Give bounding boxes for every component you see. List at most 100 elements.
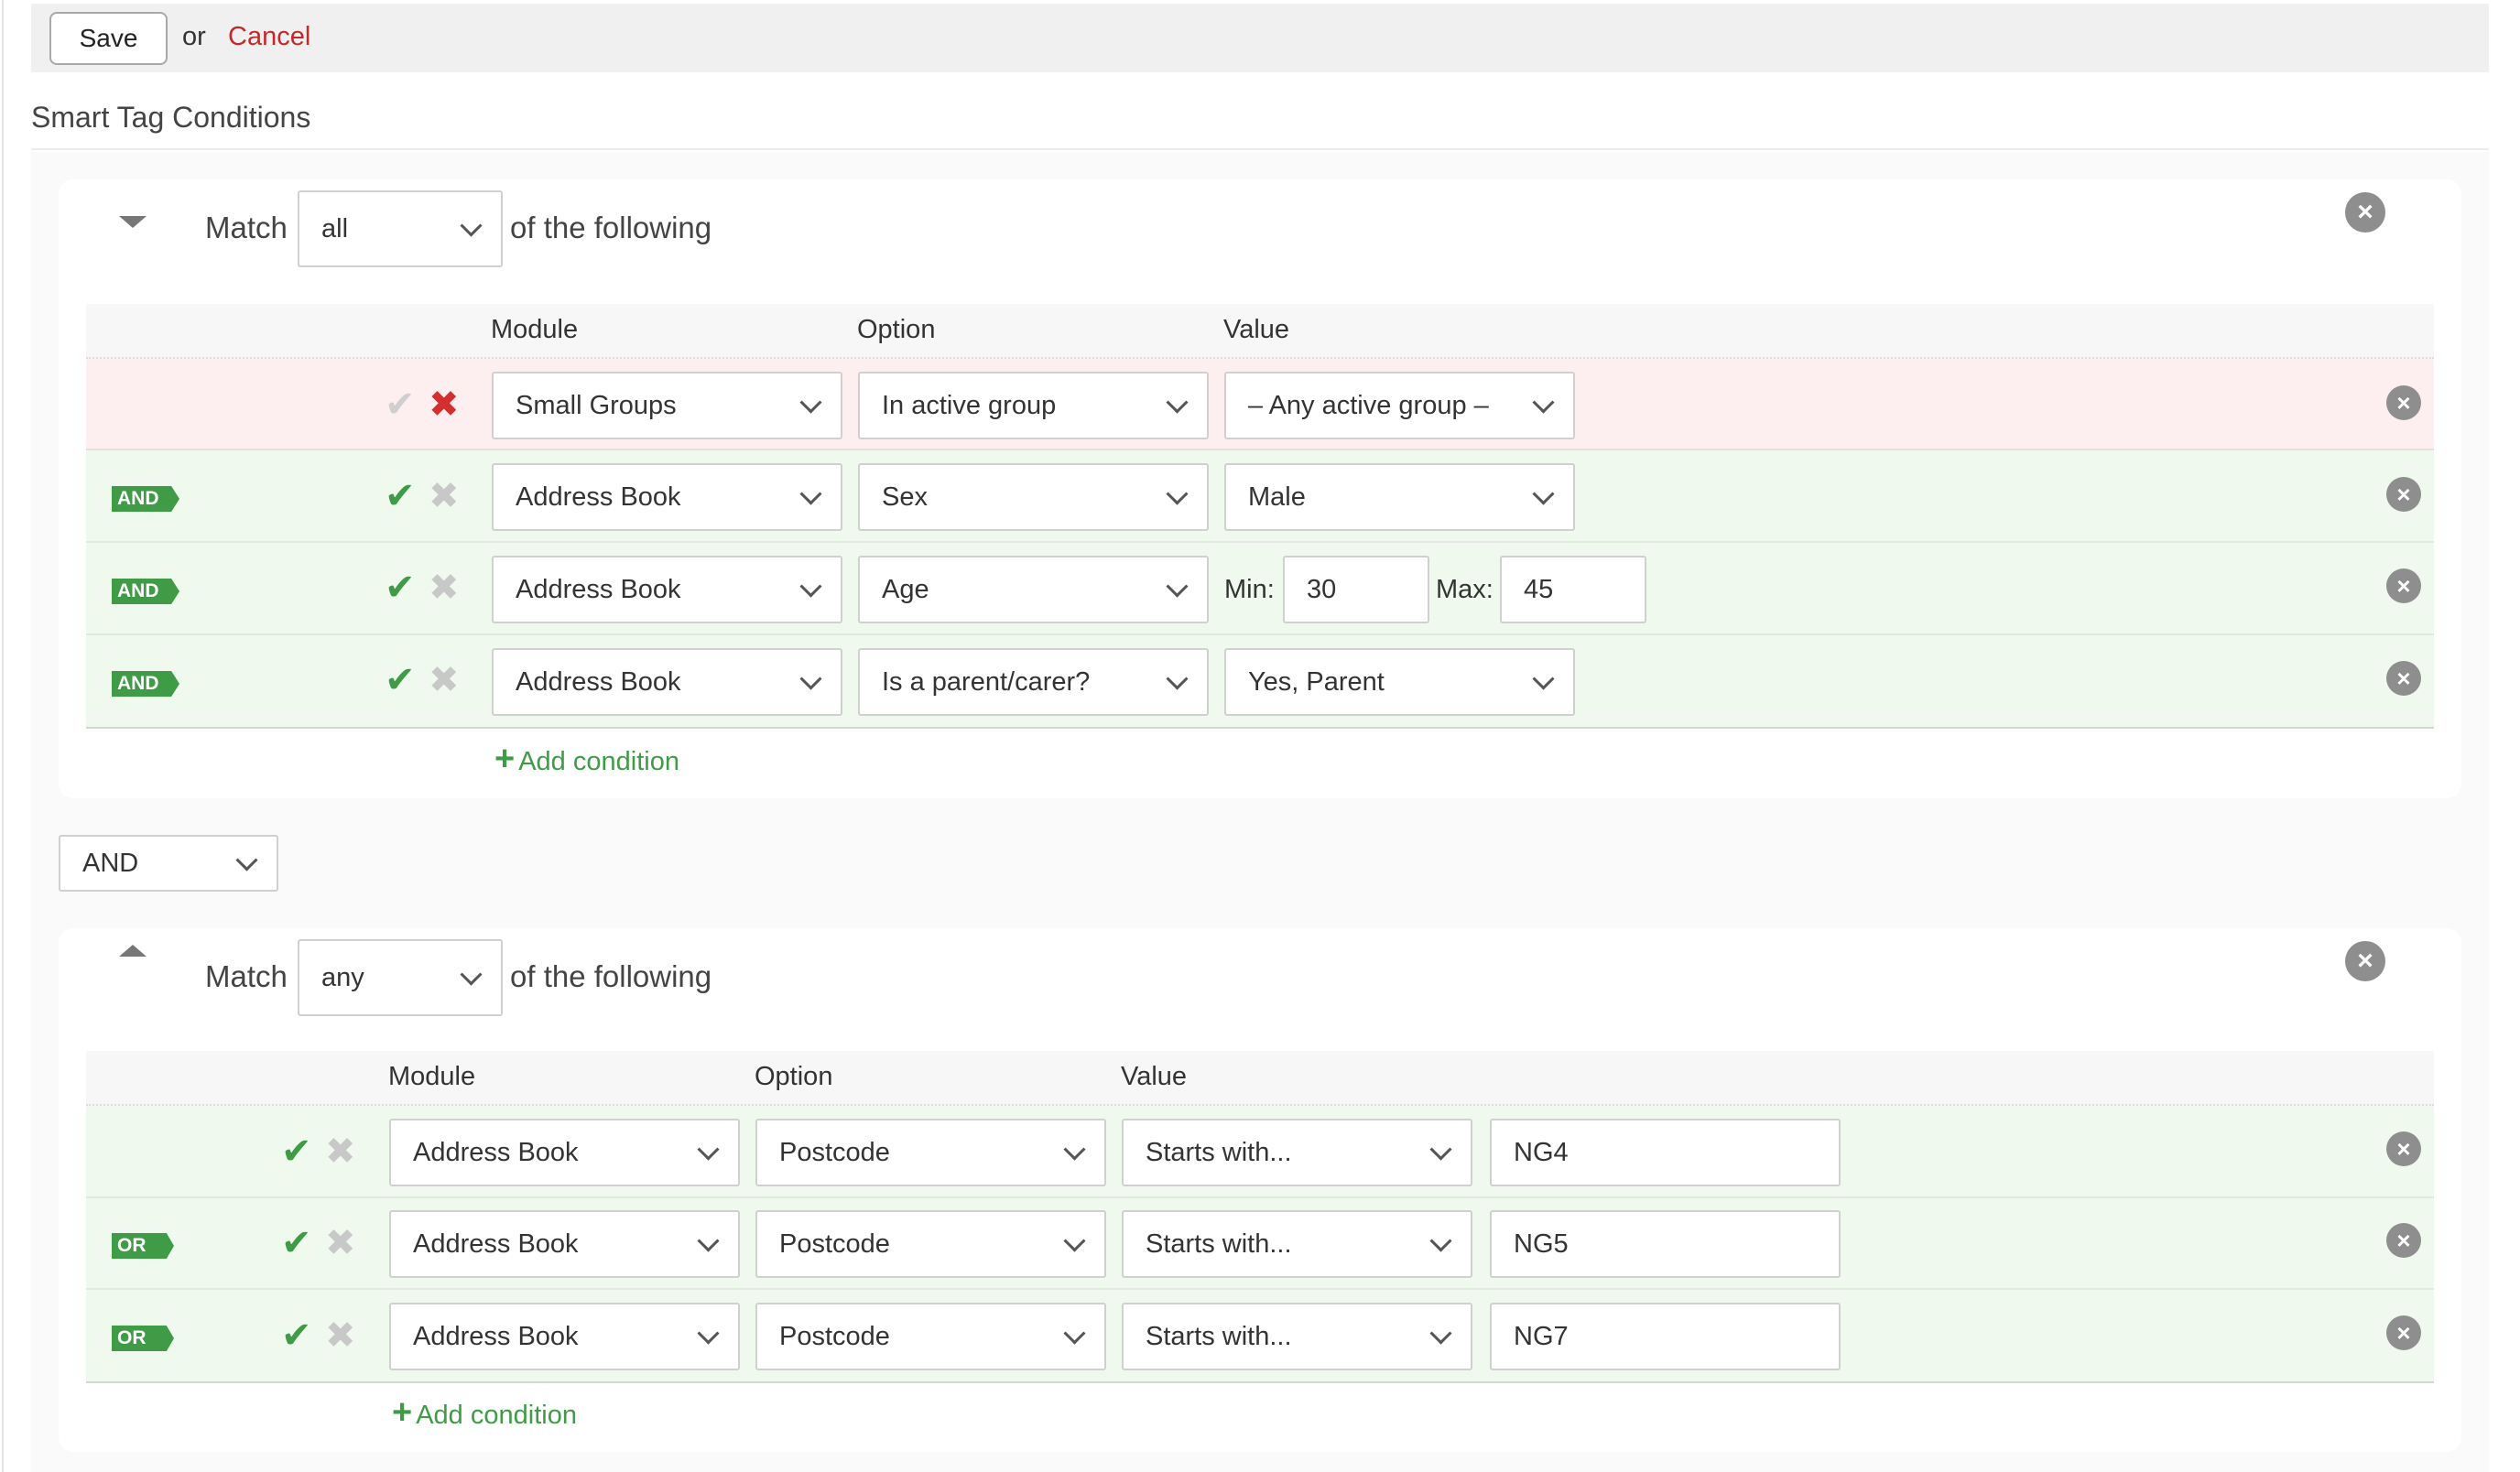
option-select[interactable]: In active group	[858, 372, 1209, 439]
option-select[interactable]: Postcode	[755, 1210, 1106, 1278]
option-select[interactable]: Sex	[858, 463, 1209, 531]
expand-caret-icon[interactable]	[119, 945, 147, 957]
header-value: Value	[1121, 1062, 1188, 1091]
and-badge: AND	[112, 486, 179, 512]
section-title: Smart Tag Conditions	[31, 101, 311, 134]
match-select[interactable]: any	[298, 939, 503, 1016]
min-input[interactable]: 30	[1283, 556, 1429, 623]
remove-group-icon[interactable]: ×	[2345, 192, 2385, 233]
chevron-down-icon	[460, 963, 483, 986]
option-select[interactable]: Postcode	[755, 1119, 1106, 1186]
remove-group-icon[interactable]: ×	[2345, 941, 2385, 981]
remove-row-icon[interactable]: ×	[2386, 568, 2421, 603]
cross-icon[interactable]: ✖	[325, 1225, 356, 1261]
value-select[interactable]: Starts with...	[1122, 1210, 1472, 1278]
close-glyph: ×	[2396, 1319, 2411, 1347]
min-input-value: 30	[1307, 574, 1337, 604]
match-select[interactable]: all	[298, 190, 503, 267]
remove-row-icon[interactable]: ×	[2386, 385, 2421, 420]
module-select[interactable]: Address Book	[492, 463, 842, 531]
value-text: NG4	[1514, 1137, 1569, 1167]
group-connector-select[interactable]: AND	[59, 835, 278, 892]
value-text-input[interactable]: NG4	[1490, 1119, 1841, 1186]
chevron-down-icon	[1063, 1138, 1086, 1161]
check-icon[interactable]: ✔	[385, 569, 416, 606]
remove-row-icon[interactable]: ×	[2386, 1315, 2421, 1350]
value-select[interactable]: Starts with...	[1122, 1303, 1472, 1370]
module-select[interactable]: Address Book	[492, 648, 842, 716]
cross-icon[interactable]: ✖	[429, 569, 460, 606]
add-condition-label: Add condition	[416, 1401, 577, 1430]
remove-row-icon[interactable]: ×	[2386, 1223, 2421, 1258]
option-select-value: Age	[882, 574, 929, 604]
min-label: Min:	[1224, 575, 1275, 604]
header-module: Module	[491, 315, 579, 344]
chevron-down-icon	[1063, 1229, 1086, 1252]
remove-row-icon[interactable]: ×	[2386, 1131, 2421, 1166]
module-select[interactable]: Address Book	[389, 1119, 740, 1186]
module-select[interactable]: Address Book	[389, 1210, 740, 1278]
value-text-input[interactable]: NG7	[1490, 1303, 1841, 1370]
chevron-down-icon	[697, 1138, 720, 1161]
chevron-down-icon	[1429, 1138, 1452, 1161]
cross-icon[interactable]: ✖	[325, 1133, 356, 1170]
module-select-value: Small Groups	[516, 390, 677, 420]
chevron-down-icon	[697, 1229, 720, 1252]
cross-icon[interactable]: ✖	[325, 1317, 356, 1354]
chevron-down-icon	[1429, 1322, 1452, 1345]
check-icon[interactable]: ✔	[281, 1317, 312, 1354]
close-glyph: ×	[2396, 1135, 2411, 1163]
value-select[interactable]: Male	[1224, 463, 1575, 531]
option-select[interactable]: Age	[858, 556, 1209, 623]
value-text-input[interactable]: NG5	[1490, 1210, 1841, 1278]
top-toolbar	[31, 4, 2489, 72]
value-select[interactable]: Yes, Parent	[1224, 648, 1575, 716]
match-select-value: all	[321, 213, 349, 244]
chevron-down-icon	[1166, 391, 1189, 414]
max-input[interactable]: 45	[1500, 556, 1646, 623]
save-button[interactable]: Save	[49, 12, 168, 65]
cross-icon[interactable]: ✖	[429, 478, 460, 514]
max-label: Max:	[1436, 575, 1494, 604]
cancel-link[interactable]: Cancel	[228, 22, 310, 52]
value-select[interactable]: Starts with...	[1122, 1119, 1472, 1186]
value-select-value: Male	[1248, 482, 1306, 512]
value-text: NG5	[1514, 1228, 1569, 1259]
chevron-down-icon	[1532, 391, 1555, 414]
cross-icon[interactable]: ✖	[429, 662, 460, 698]
or-badge: OR	[112, 1233, 174, 1259]
remove-row-icon[interactable]: ×	[2386, 661, 2421, 696]
value-select-value: Yes, Parent	[1248, 666, 1385, 697]
group-connector-value: AND	[82, 848, 139, 878]
module-select[interactable]: Address Book	[389, 1303, 740, 1370]
or-text: or	[182, 22, 206, 51]
option-select-value: Postcode	[779, 1137, 890, 1167]
chevron-down-icon	[799, 391, 822, 414]
module-select-value: Address Book	[413, 1321, 579, 1351]
option-select-value: Is a parent/carer?	[882, 666, 1091, 697]
option-select[interactable]: Postcode	[755, 1303, 1106, 1370]
of-following-label: of the following	[510, 211, 712, 244]
check-icon[interactable]: ✔	[281, 1133, 312, 1170]
value-select-value: Starts with...	[1146, 1321, 1292, 1351]
module-select[interactable]: Small Groups	[492, 372, 842, 439]
plus-icon: +	[392, 1393, 413, 1432]
add-condition-link[interactable]: + Add condition	[392, 1393, 577, 1433]
value-select[interactable]: – Any active group –	[1224, 372, 1575, 439]
option-select[interactable]: Is a parent/carer?	[858, 648, 1209, 716]
check-icon[interactable]: ✔	[385, 478, 416, 514]
check-icon[interactable]: ✔	[281, 1225, 312, 1261]
check-icon[interactable]: ✔	[385, 662, 416, 698]
module-select[interactable]: Address Book	[492, 556, 842, 623]
max-input-value: 45	[1524, 574, 1554, 604]
value-text: NG7	[1514, 1321, 1569, 1351]
cross-icon[interactable]: ✖	[429, 386, 460, 423]
value-select-value: Starts with...	[1146, 1137, 1292, 1167]
check-icon[interactable]: ✔	[385, 386, 416, 423]
match-select-value: any	[321, 962, 364, 992]
collapse-caret-icon[interactable]	[119, 216, 147, 228]
add-condition-link[interactable]: + Add condition	[494, 740, 679, 779]
remove-row-icon[interactable]: ×	[2386, 477, 2421, 512]
module-select-value: Address Book	[516, 666, 681, 697]
of-following-label: of the following	[510, 959, 712, 993]
